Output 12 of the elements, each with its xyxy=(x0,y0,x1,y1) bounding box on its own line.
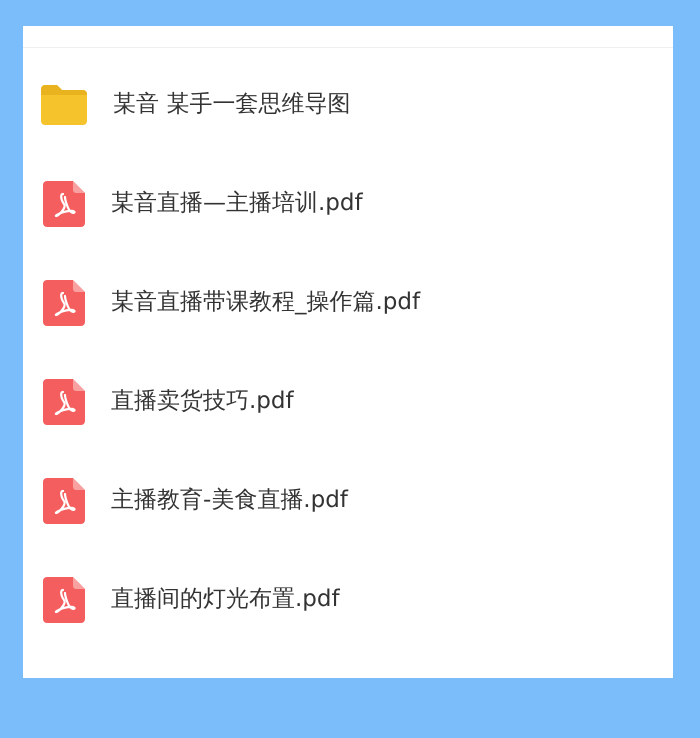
pdf-file-icon xyxy=(41,180,87,228)
pdf-file-icon xyxy=(41,476,87,524)
file-name[interactable]: 直播间的灯光布置.pdf xyxy=(111,582,340,617)
folder-icon xyxy=(39,82,89,126)
file-name[interactable]: 某音直播—主播培训.pdf xyxy=(111,186,363,221)
pdf-file-icon xyxy=(41,576,87,624)
file-name[interactable]: 某音直播带课教程_操作篇.pdf xyxy=(111,285,420,320)
file-name[interactable]: 主播教育-美食直播.pdf xyxy=(111,483,348,518)
file-name[interactable]: 直播卖货技巧.pdf xyxy=(111,384,294,419)
pdf-file-icon xyxy=(41,278,87,326)
file-name[interactable]: 某音 某手一套思维导图 xyxy=(113,87,350,122)
pdf-file-icon xyxy=(41,378,87,426)
